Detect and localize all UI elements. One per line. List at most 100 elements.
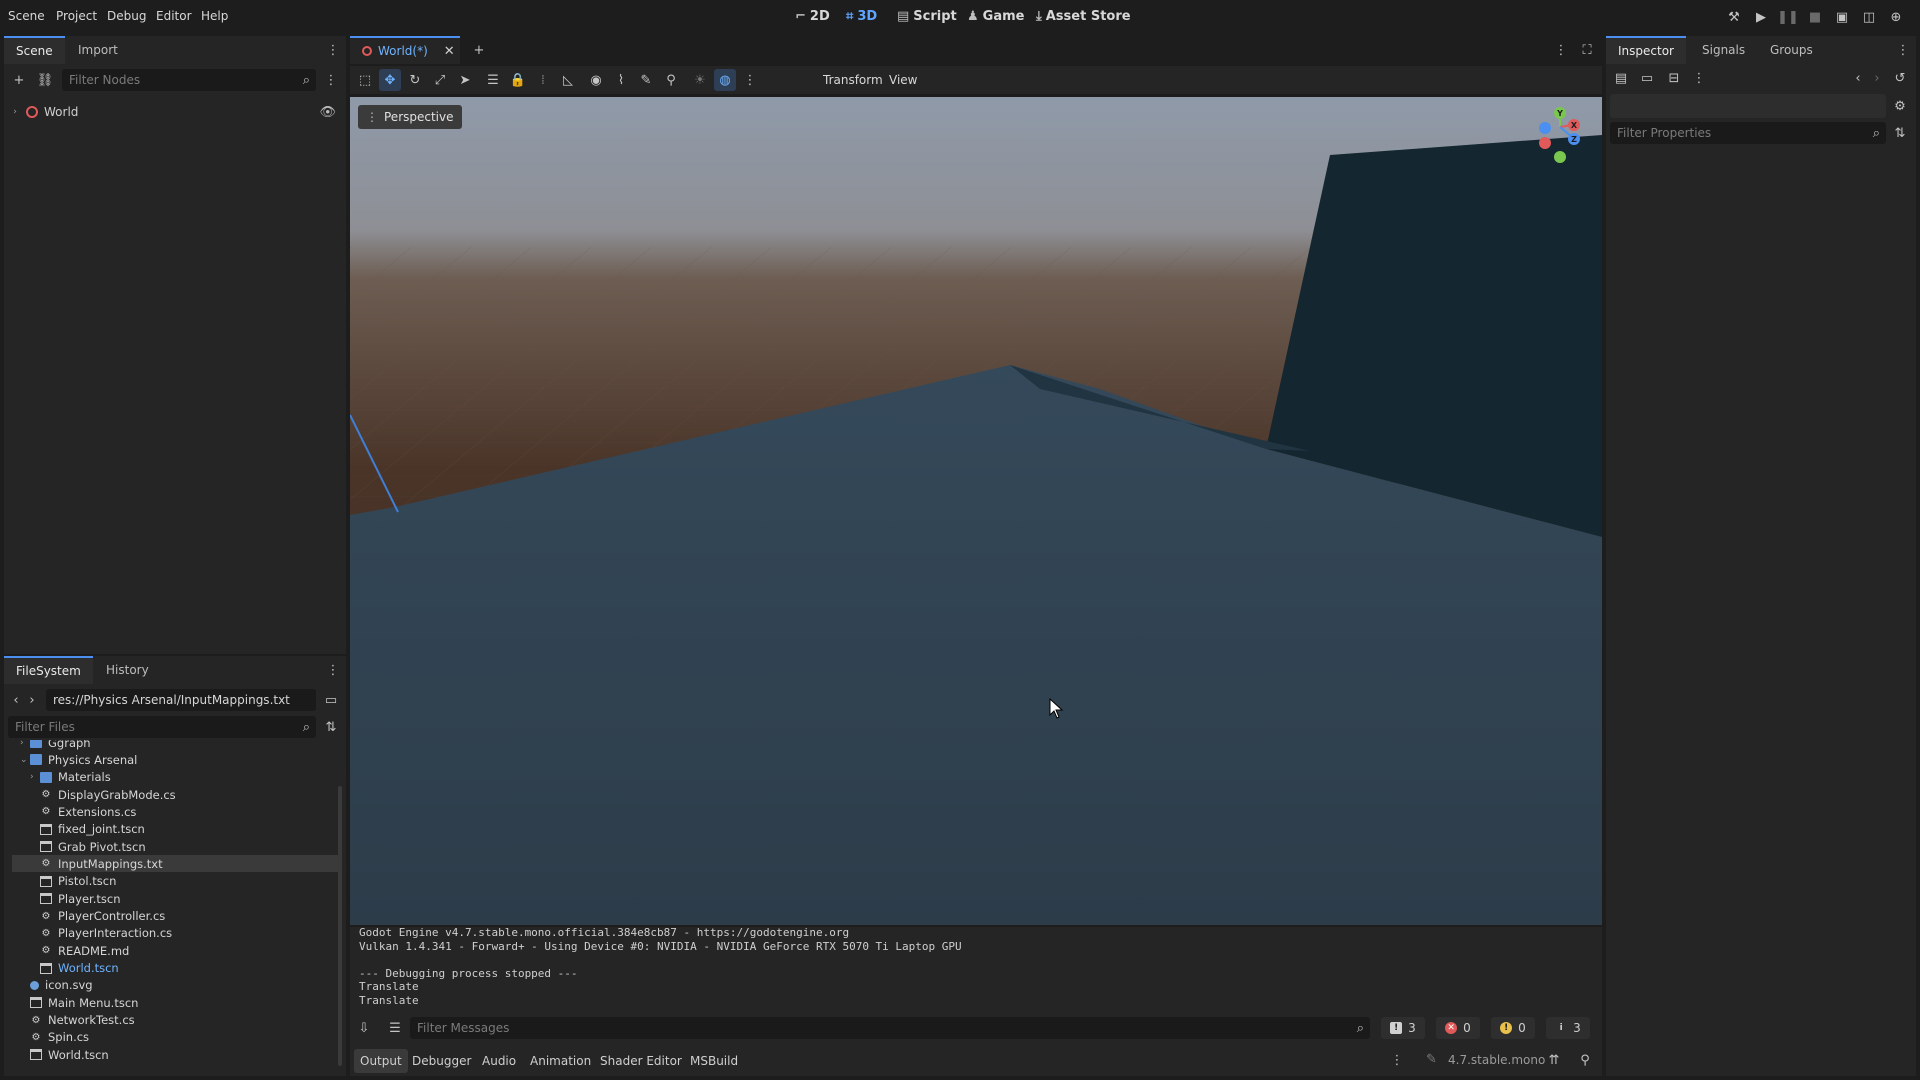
filter-files-input[interactable] (15, 720, 303, 734)
clear-output-icon[interactable]: ⇩ (353, 1017, 375, 1039)
tab-import[interactable]: Import (66, 36, 130, 64)
file-item[interactable]: Main Menu.tscn (12, 994, 338, 1011)
perspective-menu-button[interactable]: ⋮ Perspective (358, 105, 462, 129)
bottom-tab-debugger[interactable]: Debugger (406, 1049, 477, 1073)
filesystem-menu-icon[interactable]: ⋮ (322, 659, 344, 681)
expand-bottom-panel-icon[interactable]: ⇈ (1543, 1049, 1565, 1071)
tab-inspector[interactable]: Inspector (1606, 36, 1686, 64)
recent-history-icon[interactable]: ↺ (1889, 67, 1911, 89)
folder-item[interactable]: ⌄ Physics Arsenal (12, 751, 338, 768)
scene-filter-menu-icon[interactable]: ⋮ (320, 69, 342, 91)
filter-nodes-input[interactable] (69, 73, 303, 87)
tree-node-world[interactable]: › World 👁 (4, 102, 346, 122)
scene-tabs-menu-icon[interactable]: ⋮ (1550, 39, 1572, 61)
scale-mode-icon[interactable]: ⤢ (429, 69, 451, 91)
filter-errors[interactable]: ✕ 0 (1436, 1017, 1480, 1039)
open-resource-icon[interactable]: ▭ (1636, 67, 1658, 89)
environment-preview-icon[interactable]: ◍ (714, 69, 736, 91)
menu-project[interactable]: Project (56, 9, 97, 23)
file-item[interactable]: fixed_joint.tscn (12, 821, 338, 838)
filter-info[interactable]: i3 (1546, 1017, 1590, 1039)
file-item[interactable]: World.tscn (12, 1046, 338, 1063)
tab-scene[interactable]: Scene (4, 36, 65, 64)
main-tab-game[interactable]: ♟ Game (967, 9, 1024, 24)
bottom-panel-menu-icon[interactable]: ⋮ (1386, 1049, 1408, 1071)
expand-arrow-icon[interactable]: › (30, 772, 40, 782)
bottom-tab-output[interactable]: Output (354, 1049, 408, 1073)
group-icon[interactable]: ⁞ (532, 69, 554, 91)
bottom-tab-animation[interactable]: Animation (524, 1049, 597, 1073)
file-item[interactable]: Pistol.tscn (12, 873, 338, 890)
bottom-tab-msbuild[interactable]: MSBuild (684, 1049, 744, 1073)
file-item[interactable]: Player.tscn (12, 890, 338, 907)
play-scene-icon[interactable]: ▣ (1831, 6, 1853, 28)
menu-scene[interactable]: Scene (8, 9, 45, 23)
file-item[interactable]: ⚙ PlayerInteraction.cs (12, 925, 338, 942)
path-field[interactable]: res://Physics Arsenal/InputMappings.txt (46, 689, 316, 711)
file-item[interactable]: ⚙ NetworkTest.cs (12, 1012, 338, 1029)
menu-transform[interactable]: Transform (823, 73, 883, 87)
filter-properties-input[interactable] (1617, 126, 1873, 140)
toggle-search-icon[interactable]: ☰ (384, 1017, 406, 1039)
unlock-icon[interactable]: 🔒 (507, 69, 529, 91)
movie-maker-icon[interactable]: ⊕ (1885, 6, 1907, 28)
file-item[interactable]: ⚙ DisplayGrabMode.cs (12, 786, 338, 803)
pause-icon[interactable]: ❚❚ (1777, 6, 1799, 28)
visibility-eye-icon[interactable]: 👁 (319, 106, 336, 119)
tab-groups[interactable]: Groups (1758, 36, 1825, 64)
toggle-split-icon[interactable]: ▭ (320, 689, 342, 711)
add-node-icon[interactable]: + (8, 69, 30, 91)
add-scene-tab-icon[interactable]: + (468, 39, 490, 61)
menu-help[interactable]: Help (201, 9, 228, 23)
stop-icon[interactable]: ■ (1804, 6, 1826, 28)
new-resource-icon[interactable]: ▤ (1610, 67, 1632, 89)
file-item[interactable]: Grab Pivot.tscn (12, 838, 338, 855)
filter-files-field[interactable]: ⌕ (8, 716, 316, 738)
file-item[interactable]: icon.svg (12, 977, 338, 994)
inspector-dock-menu-icon[interactable]: ⋮ (1892, 39, 1914, 61)
list-select-icon[interactable]: ➤ (454, 69, 476, 91)
bottom-tab-audio[interactable]: Audio (476, 1049, 522, 1073)
bottom-tab-shader-editor[interactable]: Shader Editor (594, 1049, 688, 1073)
object-properties-icon[interactable]: ⚙ (1889, 95, 1911, 117)
resource-menu-icon[interactable]: ⋮ (1688, 67, 1710, 89)
preview-menu-icon[interactable]: ⋮ (739, 69, 761, 91)
brush-icon[interactable]: ✎ (635, 69, 657, 91)
tab-history[interactable]: History (94, 656, 161, 684)
version-label[interactable]: 4.7.stable.mono (1448, 1053, 1545, 1067)
filter-messages-field[interactable]: ⌕ (410, 1017, 1370, 1039)
pin-icon[interactable]: ⚲ (660, 69, 682, 91)
file-item[interactable]: ⚙ README.md (12, 942, 338, 959)
main-tab-2d[interactable]: ⌐ 2D (795, 9, 830, 24)
file-tree-scrollbar[interactable] (338, 786, 342, 1066)
sort-files-icon[interactable]: ⇅ (320, 716, 342, 738)
snap-icon[interactable]: ⌇ (610, 69, 632, 91)
menu-debug[interactable]: Debug (107, 9, 146, 23)
filter-nodes-field[interactable]: ⌕ (62, 69, 316, 91)
lock-selected-icon[interactable]: ☰ (482, 69, 504, 91)
build-hammer-icon[interactable]: ⚒ (1723, 6, 1745, 28)
move-mode-icon[interactable]: ✥ (379, 69, 401, 91)
history-forward-icon[interactable]: › (1866, 67, 1888, 89)
filter-warnings[interactable]: ! 0 (1491, 1017, 1535, 1039)
file-item[interactable]: ⚙ Spin.cs (12, 1029, 338, 1046)
tab-signals[interactable]: Signals (1690, 36, 1757, 64)
tab-filesystem[interactable]: FileSystem (4, 656, 93, 684)
scene-dock-menu-icon[interactable]: ⋮ (322, 39, 344, 61)
filter-all-messages[interactable]: ! 3 (1381, 1017, 1425, 1039)
file-item[interactable]: World.tscn (12, 960, 338, 977)
file-item[interactable]: ⚙ Extensions.cs (12, 803, 338, 820)
main-tab-3d[interactable]: ⌗ 3D (846, 9, 877, 24)
file-item[interactable]: ⚙ InputMappings.txt (12, 855, 338, 873)
play-icon[interactable]: ▶ (1750, 6, 1772, 28)
folder-item[interactable]: › Ggraph (12, 740, 338, 751)
pin-panel-icon[interactable]: ⚲ (1574, 1049, 1596, 1071)
folder-item[interactable]: › Materials (12, 769, 338, 786)
expand-arrow-icon[interactable]: › (20, 740, 30, 748)
3d-viewport[interactable]: Y X Z ⋮ Perspective (350, 97, 1602, 925)
back-icon[interactable]: ‹ (8, 689, 24, 711)
object-selector[interactable] (1610, 94, 1886, 118)
filter-messages-input[interactable] (417, 1021, 1357, 1035)
instance-scene-link-icon[interactable]: ⛓ (34, 69, 56, 91)
close-icon[interactable]: ✕ (444, 45, 455, 58)
